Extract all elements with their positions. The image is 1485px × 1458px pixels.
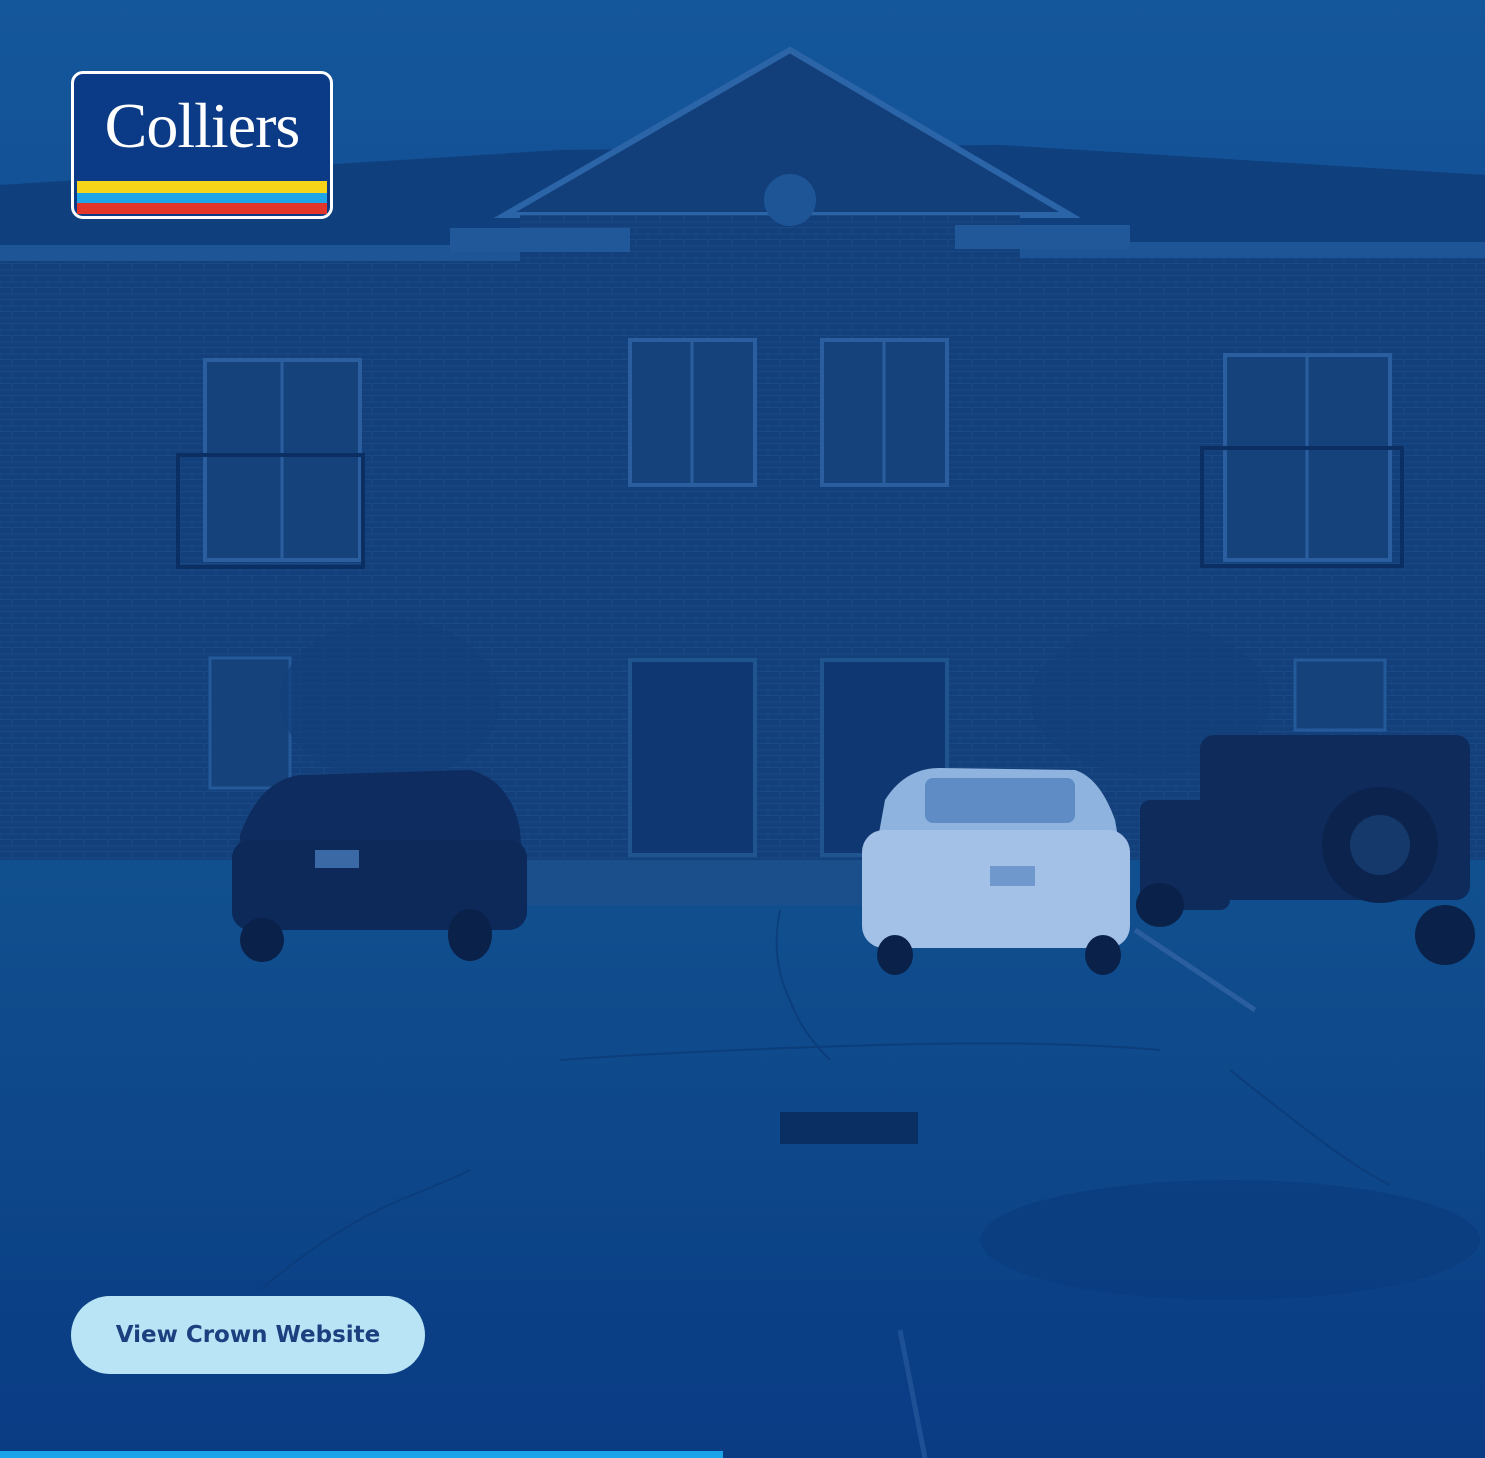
hero-section: Colliers View Crown Website xyxy=(0,0,1485,1458)
logo-stripe-yellow xyxy=(77,181,327,193)
colliers-logo[interactable]: Colliers xyxy=(71,71,333,219)
view-crown-website-button[interactable]: View Crown Website xyxy=(71,1296,425,1374)
progress-bar-fill xyxy=(0,1451,724,1458)
logo-stripe-blue xyxy=(77,193,327,203)
logo-text: Colliers xyxy=(104,90,301,161)
logo-stripe-red xyxy=(77,203,327,214)
logo-stripes xyxy=(77,181,327,214)
progress-bar xyxy=(0,1451,1485,1458)
